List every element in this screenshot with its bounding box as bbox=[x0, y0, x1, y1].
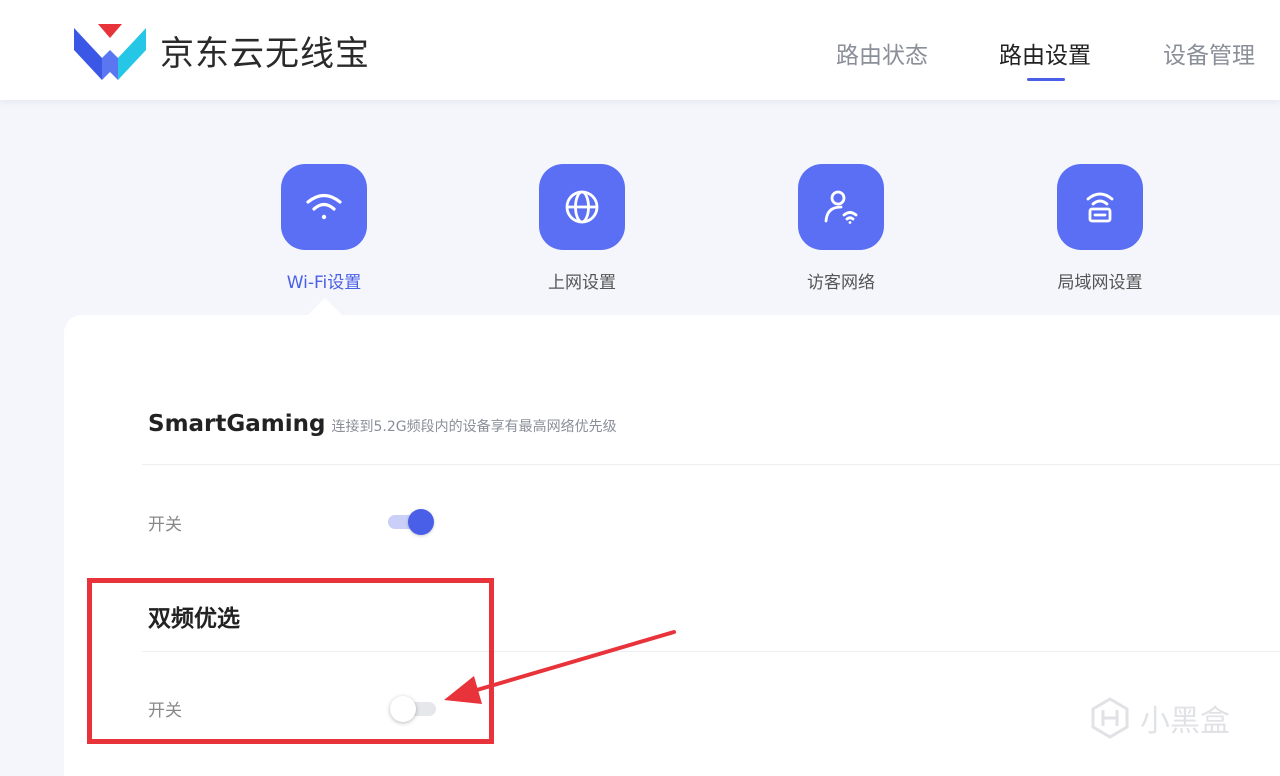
xiaoheihe-logo-icon bbox=[1091, 697, 1129, 739]
brand-title: 京东云无线宝 bbox=[160, 34, 370, 74]
toggle-knob bbox=[408, 509, 434, 535]
category-internet-settings[interactable]: 上网设置 bbox=[522, 164, 642, 293]
smartgaming-title-text: SmartGaming bbox=[148, 411, 326, 437]
smartgaming-title: SmartGaming 连接到5.2G频段内的设备享有最高网络优先级 bbox=[148, 411, 617, 437]
nav-router-settings[interactable]: 路由设置 bbox=[999, 36, 1091, 70]
category-wifi-settings[interactable]: Wi-Fi设置 bbox=[264, 164, 384, 293]
nav-active-indicator bbox=[1027, 78, 1065, 81]
top-header: 京东云无线宝 路由状态 路由设置 设备管理 bbox=[0, 0, 1280, 100]
category-label: 上网设置 bbox=[548, 273, 616, 293]
smartgaming-switch-label: 开关 bbox=[148, 515, 182, 535]
annotation-arrow-icon bbox=[444, 630, 676, 704]
category-label: 访客网络 bbox=[807, 273, 875, 293]
nav-device-management[interactable]: 设备管理 bbox=[1163, 36, 1255, 70]
category-guest-network[interactable]: 访客网络 bbox=[781, 164, 901, 293]
panel-pointer bbox=[307, 298, 343, 316]
guest-user-icon bbox=[824, 190, 858, 224]
router-icon bbox=[1086, 192, 1114, 223]
wifi-icon bbox=[306, 193, 342, 220]
watermark: 小黑盒 bbox=[1088, 696, 1230, 740]
category-label: Wi-Fi设置 bbox=[286, 273, 362, 293]
category-label: 局域网设置 bbox=[1057, 273, 1143, 293]
category-lan-settings[interactable]: 局域网设置 bbox=[1040, 164, 1160, 293]
divider bbox=[142, 464, 1280, 465]
nav-router-status[interactable]: 路由状态 bbox=[836, 36, 928, 70]
globe-icon bbox=[565, 190, 599, 224]
category-tile bbox=[539, 164, 625, 250]
category-tile bbox=[798, 164, 884, 250]
category-tile bbox=[1057, 164, 1143, 250]
watermark-text: 小黑盒 bbox=[1140, 704, 1230, 739]
highlight-box bbox=[87, 578, 494, 744]
category-tile bbox=[281, 164, 367, 250]
logo-icon bbox=[74, 24, 146, 80]
smartgaming-description: 连接到5.2G频段内的设备享有最高网络优先级 bbox=[331, 419, 617, 435]
smartgaming-toggle[interactable] bbox=[386, 507, 436, 537]
